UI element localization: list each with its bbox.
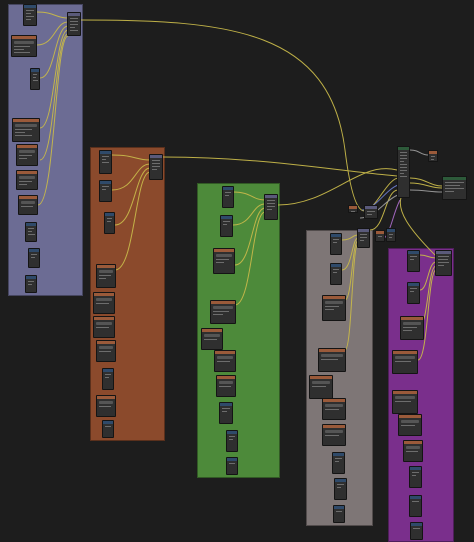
node[interactable] [18,195,38,215]
node[interactable] [435,250,452,276]
node[interactable] [264,194,278,220]
node[interactable] [201,328,223,350]
node[interactable] [96,395,116,417]
node[interactable] [216,375,236,397]
node[interactable] [348,205,358,213]
node[interactable] [322,398,346,420]
node[interactable] [330,233,342,255]
node[interactable] [410,522,423,540]
node[interactable] [28,248,40,268]
node[interactable] [11,35,37,57]
node[interactable] [397,146,410,198]
node[interactable] [386,228,396,242]
node[interactable] [149,154,163,180]
node[interactable] [333,505,345,523]
node[interactable] [392,390,418,414]
node[interactable] [214,350,236,372]
node[interactable] [428,150,438,162]
node[interactable] [226,430,238,452]
node[interactable] [392,350,418,374]
node[interactable] [322,295,346,321]
node[interactable] [213,248,235,274]
node[interactable] [23,4,37,26]
node[interactable] [375,230,385,242]
node[interactable] [226,457,238,475]
node[interactable] [93,292,115,314]
node[interactable] [400,316,424,340]
node-editor-canvas[interactable] [0,0,474,542]
node[interactable] [30,68,40,90]
node[interactable] [309,375,333,399]
node[interactable] [210,300,236,324]
node[interactable] [398,414,422,436]
node[interactable] [99,150,112,174]
node[interactable] [357,228,370,248]
node[interactable] [330,263,342,285]
node[interactable] [67,12,81,36]
node[interactable] [16,170,38,190]
node[interactable] [407,250,420,272]
node[interactable] [407,282,420,304]
node[interactable] [409,495,422,517]
node[interactable] [334,478,347,500]
node[interactable] [102,368,114,390]
node[interactable] [25,275,37,293]
node[interactable] [104,212,115,234]
node[interactable] [99,180,112,202]
node[interactable] [96,264,116,288]
node[interactable] [102,420,114,438]
node[interactable] [25,222,37,242]
node[interactable] [219,402,233,424]
node[interactable] [403,440,423,462]
node[interactable] [222,186,234,208]
node[interactable] [16,144,38,166]
node[interactable] [409,466,422,488]
node[interactable] [332,452,345,474]
node[interactable] [318,348,346,372]
node[interactable] [220,215,233,237]
node[interactable] [93,316,115,338]
node[interactable] [96,340,116,362]
node[interactable] [442,176,467,200]
node[interactable] [322,424,346,446]
node[interactable] [12,118,40,142]
node[interactable] [364,205,378,219]
